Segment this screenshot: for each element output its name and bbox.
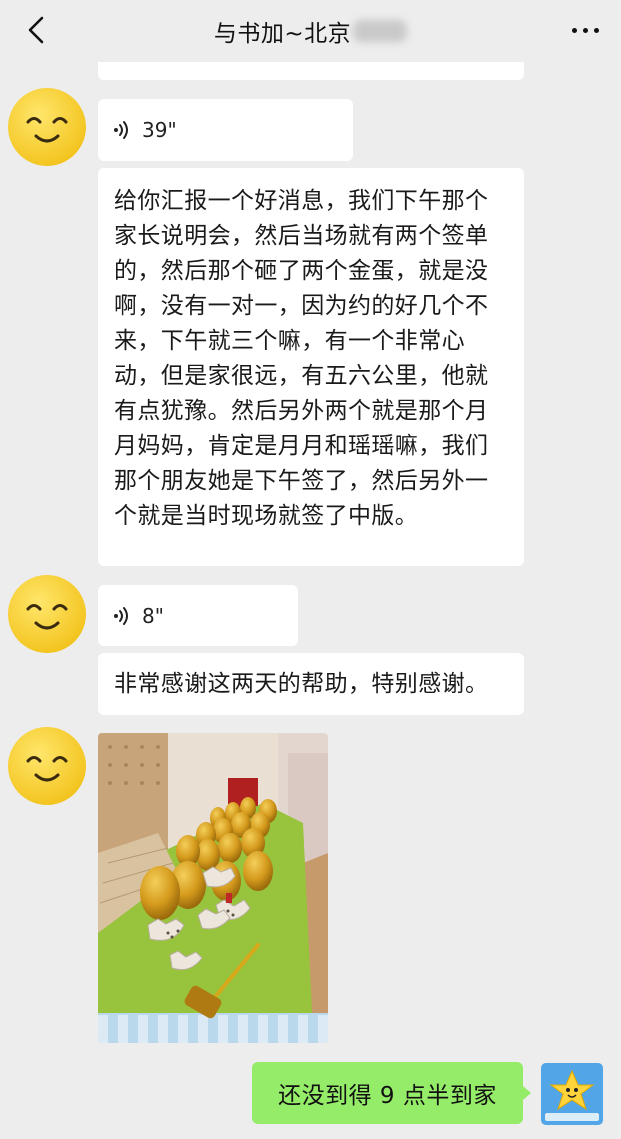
voice-message-bubble[interactable]: 39" — [98, 99, 353, 161]
chat-header: 与书加~北京 — [0, 0, 621, 62]
contact-avatar[interactable] — [8, 88, 86, 166]
message-text: 还没到得 9 点半到家 — [278, 1083, 497, 1109]
contact-avatar[interactable] — [8, 727, 86, 805]
more-button[interactable] — [565, 14, 605, 46]
chat-title: 与书加~北京 — [213, 14, 408, 48]
smiley-face-icon — [8, 88, 86, 166]
self-avatar[interactable] — [541, 1063, 603, 1125]
sent-message-bubble[interactable]: 还没到得 9 点半到家 — [252, 1062, 531, 1124]
back-button[interactable] — [18, 12, 54, 48]
contact-avatar[interactable] — [8, 575, 86, 653]
chevron-left-icon — [28, 16, 44, 44]
voice-duration: 8" — [142, 603, 164, 628]
voice-wave-icon — [114, 606, 128, 625]
smiley-face-icon — [8, 575, 86, 653]
smiley-face-icon — [8, 727, 86, 805]
chat-title-text: 与书加~北京 — [213, 21, 352, 47]
text-message-bubble[interactable]: 非常感谢这两天的帮助，特别感谢。 — [98, 653, 524, 715]
redacted-name — [353, 20, 408, 42]
golden-eggs-photo — [98, 733, 328, 1043]
image-message[interactable] — [98, 733, 328, 1043]
message-text: 非常感谢这两天的帮助，特别感谢。 — [114, 671, 489, 697]
star-mascot-icon — [541, 1063, 603, 1125]
message-text: 给你汇报一个好消息，我们下午那个家长说明会，然后当场就有两个签单的，然后那个砸了… — [114, 188, 489, 529]
voice-wave-icon — [114, 121, 128, 139]
voice-duration: 39" — [142, 118, 177, 142]
voice-message-bubble[interactable]: 8" — [98, 585, 298, 646]
more-dots-icon — [571, 27, 577, 33]
text-message-bubble[interactable]: 给你汇报一个好消息，我们下午那个家长说明会，然后当场就有两个签单的，然后那个砸了… — [98, 168, 524, 566]
